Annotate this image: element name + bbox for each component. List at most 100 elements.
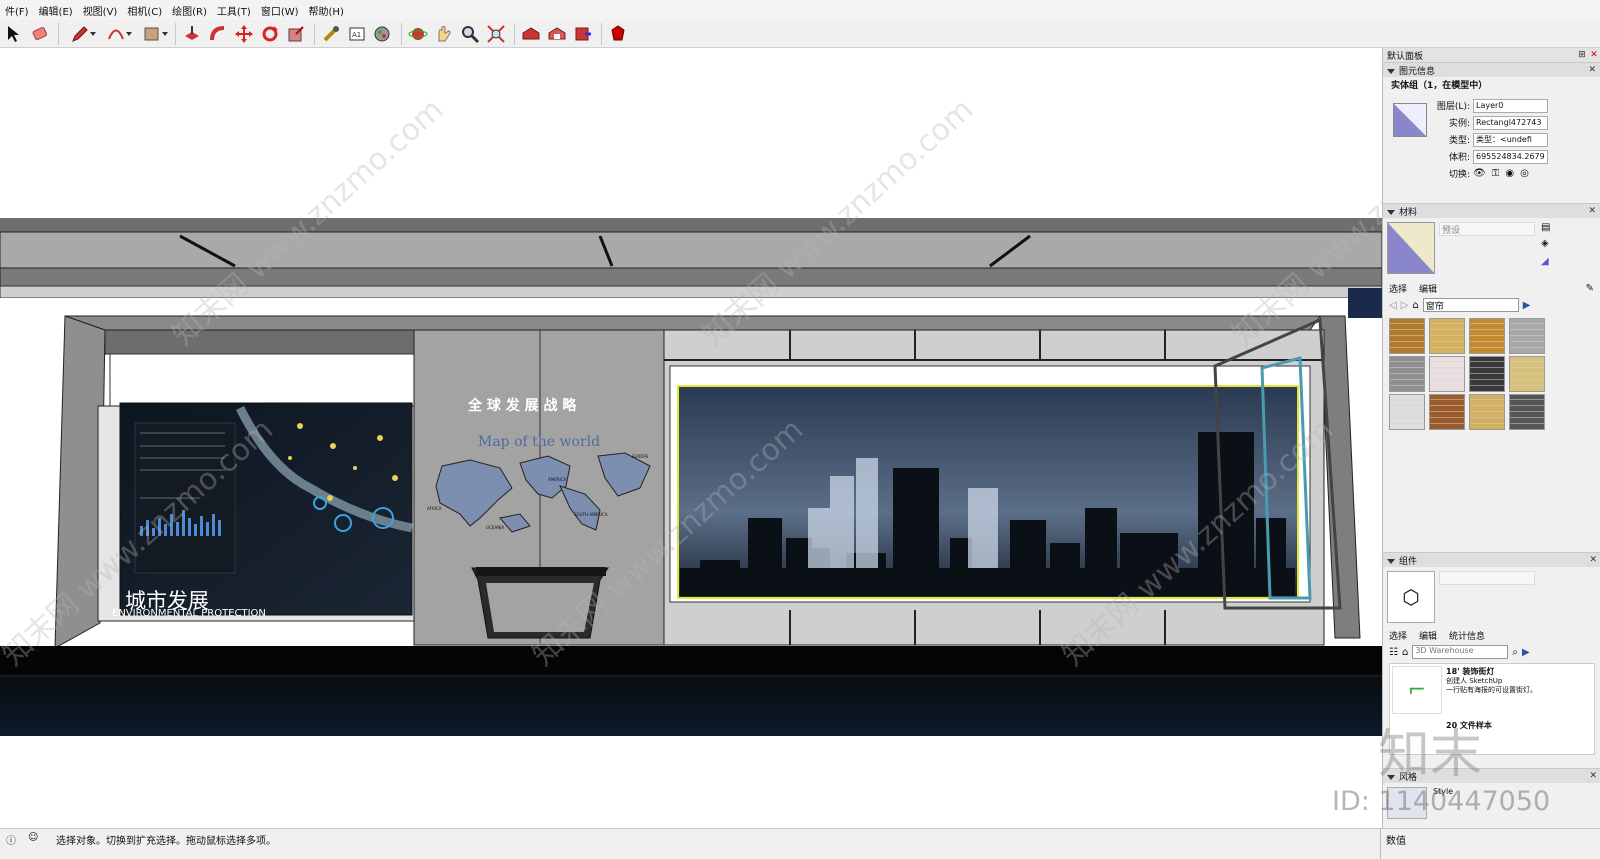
select-icon[interactable] xyxy=(2,22,26,46)
menu-item[interactable]: 件(F) xyxy=(0,3,34,18)
pin-icon[interactable]: ⊞ xyxy=(1576,49,1588,61)
entity-info-header[interactable]: 图元信息 ✕ xyxy=(1383,63,1600,77)
components-header[interactable]: 组件 ✕ xyxy=(1383,553,1600,567)
pan-icon[interactable] xyxy=(432,22,456,46)
rectangle-icon[interactable] xyxy=(135,22,169,46)
menu-item[interactable]: 绘图(R) xyxy=(167,3,212,18)
zoom-extents-icon[interactable] xyxy=(484,22,508,46)
material-swatch[interactable] xyxy=(1509,318,1545,354)
collapse-icon[interactable] xyxy=(1387,209,1395,215)
scale-icon[interactable] xyxy=(284,22,308,46)
lock-icon[interactable]: ⚿ xyxy=(1492,168,1500,179)
ceiling-trim xyxy=(0,285,1382,299)
component-preview-icon[interactable]: ⬡ xyxy=(1387,571,1435,623)
chevron-down-icon[interactable] xyxy=(90,31,96,36)
rotate-icon[interactable] xyxy=(258,22,282,46)
view-options-icon[interactable]: ☷ xyxy=(1389,647,1398,658)
instance-field[interactable]: Rectangl472743 xyxy=(1473,115,1548,130)
volume-label: 体积: xyxy=(1448,153,1470,163)
eyedropper-icon[interactable]: ✎ xyxy=(1586,283,1594,294)
menu-item[interactable]: 窗口(W) xyxy=(256,3,304,18)
home-icon[interactable]: ⌂ xyxy=(1412,300,1418,311)
materials-header[interactable]: 材料 ✕ xyxy=(1383,204,1600,218)
close-icon[interactable]: ✕ xyxy=(1588,206,1600,216)
paint-icon[interactable]: ◢ xyxy=(1541,256,1549,267)
material-swatch[interactable] xyxy=(1509,356,1545,392)
type-select[interactable]: 类型：<undefi xyxy=(1473,132,1548,147)
tab-statistics[interactable]: 统计信息 xyxy=(1443,629,1491,642)
panel-title-en: ENVIRONMENTAL PROTECTION xyxy=(112,608,266,619)
follow-me-icon[interactable] xyxy=(206,22,230,46)
zoom-icon[interactable] xyxy=(458,22,482,46)
material-swatch[interactable] xyxy=(1429,356,1465,392)
tape-measure-icon[interactable] xyxy=(319,22,343,46)
menu-item[interactable]: 帮助(H) xyxy=(304,3,349,18)
material-swatch[interactable] xyxy=(1387,222,1435,274)
move-icon[interactable] xyxy=(232,22,256,46)
tab-edit[interactable]: 编辑 xyxy=(1413,282,1443,295)
brand-watermark: 知末 xyxy=(1378,725,1483,785)
volume-field: 695524834.2679 m xyxy=(1473,149,1548,164)
material-swatch[interactable] xyxy=(1469,318,1505,354)
material-swatch[interactable] xyxy=(1469,356,1505,392)
collapse-icon[interactable] xyxy=(1387,68,1395,74)
component-name-field[interactable] xyxy=(1439,571,1535,585)
material-swatch[interactable] xyxy=(1429,394,1465,430)
eraser-icon[interactable] xyxy=(28,22,52,46)
extension-icon[interactable] xyxy=(571,22,595,46)
back-arrow-icon[interactable]: ◁ xyxy=(1389,300,1397,311)
shadow-receive-icon[interactable]: ◎ xyxy=(1520,168,1529,179)
menu-bar: 件(F) 编辑(E) 视图(V) 相机(C) 绘图(R) 工具(T) 窗口(W) 帮助(H) xyxy=(0,0,1600,20)
close-icon[interactable]: ✕ xyxy=(1588,65,1600,75)
share-model-icon[interactable] xyxy=(545,22,569,46)
tab-select[interactable]: 选择 xyxy=(1383,282,1413,295)
floor-band xyxy=(0,646,1382,674)
orbit-icon[interactable] xyxy=(406,22,430,46)
details-arrow-icon[interactable]: ▶ xyxy=(1522,647,1530,658)
chevron-down-icon[interactable] xyxy=(126,31,132,36)
ruby-icon[interactable] xyxy=(606,22,630,46)
warehouse-icon[interactable] xyxy=(519,22,543,46)
eye-icon[interactable]: 👁 xyxy=(1473,168,1486,179)
warehouse-search-input[interactable]: 3D Warehouse xyxy=(1412,645,1509,659)
arc-icon[interactable] xyxy=(99,22,133,46)
streetlight-thumbnail[interactable]: ⌐ xyxy=(1392,666,1442,714)
layer-select[interactable]: Layer0 xyxy=(1473,98,1548,113)
tab-edit[interactable]: 编辑 xyxy=(1413,629,1443,642)
menu-item[interactable]: 视图(V) xyxy=(78,3,123,18)
material-swatch[interactable] xyxy=(1389,356,1425,392)
material-sample-icon[interactable]: ▤ xyxy=(1541,222,1550,233)
search-icon[interactable]: ⌕ xyxy=(1512,647,1518,658)
menu-item[interactable]: 工具(T) xyxy=(212,3,256,18)
home-icon[interactable]: ⌂ xyxy=(1402,647,1408,658)
menu-item[interactable]: 相机(C) xyxy=(122,3,167,18)
tab-select[interactable]: 选择 xyxy=(1383,629,1413,642)
details-arrow-icon[interactable]: ▶ xyxy=(1523,300,1531,311)
text-icon[interactable]: A1 xyxy=(345,22,369,46)
material-swatch[interactable] xyxy=(1389,318,1425,354)
toolbar-separator xyxy=(601,22,602,45)
library-select[interactable]: 窗帘 xyxy=(1422,298,1519,312)
close-icon[interactable]: ✕ xyxy=(1589,771,1600,781)
user-icon[interactable]: ☺ xyxy=(28,832,38,843)
pencil-icon[interactable] xyxy=(63,22,97,46)
shadow-cast-icon[interactable]: ◉ xyxy=(1505,168,1514,179)
toolbar-separator xyxy=(314,22,315,45)
main-toolbar: A1 xyxy=(0,20,1600,48)
info-icon[interactable]: ⓘ xyxy=(6,832,16,847)
close-icon[interactable]: ✕ xyxy=(1588,49,1600,61)
material-swatch[interactable] xyxy=(1429,318,1465,354)
paint-bucket-icon[interactable] xyxy=(371,22,395,46)
chevron-down-icon[interactable] xyxy=(162,31,168,36)
collapse-icon[interactable] xyxy=(1387,558,1395,564)
material-swatch[interactable] xyxy=(1509,394,1545,430)
create-material-icon[interactable]: ◈ xyxy=(1541,238,1549,249)
material-swatch[interactable] xyxy=(1469,394,1505,430)
material-name-field[interactable]: 预设 xyxy=(1439,222,1535,236)
model-viewport[interactable]: 城市发展 ENVIRONMENTAL PROTECTION 全 球 发 展 战 … xyxy=(0,48,1382,828)
forward-arrow-icon[interactable]: ▷ xyxy=(1401,300,1409,311)
menu-item[interactable]: 编辑(E) xyxy=(34,3,78,18)
close-icon[interactable]: ✕ xyxy=(1589,555,1600,565)
material-swatch[interactable] xyxy=(1389,394,1425,430)
push-pull-icon[interactable] xyxy=(180,22,204,46)
